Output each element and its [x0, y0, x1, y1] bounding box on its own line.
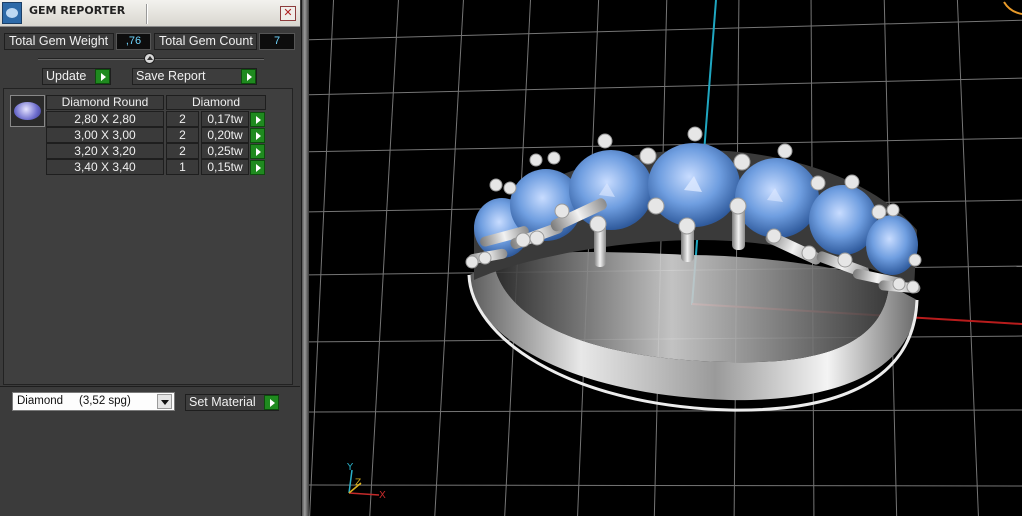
- total-gem-weight-value: ,76: [116, 33, 151, 50]
- set-material-button-label: Set Material: [189, 395, 256, 409]
- axis-gizmo: X Y Z: [346, 462, 386, 501]
- ring-band: [467, 252, 919, 412]
- table-row-size: 3,40 X 3,40: [46, 159, 164, 175]
- material-dropdown[interactable]: Diamond (3,52 spg): [12, 392, 175, 411]
- table-row-size: 2,80 X 2,80: [46, 111, 164, 127]
- set-material-go-icon[interactable]: [264, 395, 279, 410]
- table-row-size: 3,00 X 3,00: [46, 127, 164, 143]
- gem-app-icon: [2, 2, 22, 24]
- save-report-button[interactable]: Save Report: [132, 68, 257, 85]
- row-go-icon[interactable]: [250, 112, 265, 127]
- table-row-count: 1: [166, 159, 199, 175]
- save-report-button-label: Save Report: [136, 69, 206, 83]
- divider: [0, 386, 300, 387]
- total-gem-count-value: 7: [259, 33, 295, 50]
- viewport-frame: [302, 0, 309, 516]
- table-row-weight: 0,17tw: [201, 111, 249, 127]
- diamond-round-icon: [10, 95, 45, 127]
- row-go-icon[interactable]: [250, 144, 265, 159]
- table-header-shape: Diamond Round: [46, 95, 164, 110]
- update-go-icon[interactable]: [95, 69, 110, 84]
- title-bar[interactable]: GEM REPORTER ✕: [0, 0, 300, 27]
- panel-title: GEM REPORTER: [29, 4, 126, 17]
- total-gem-weight-label: Total Gem Weight: [4, 33, 114, 50]
- row-go-icon[interactable]: [250, 160, 265, 175]
- title-divider: [146, 4, 148, 24]
- axis-y-label: Y: [346, 462, 354, 473]
- table-row-count: 2: [166, 127, 199, 143]
- save-report-go-icon[interactable]: [241, 69, 256, 84]
- panel-slider-handle[interactable]: [144, 53, 155, 64]
- table-row-weight: 0,25tw: [201, 143, 249, 159]
- table-row-weight: 0,15tw: [201, 159, 249, 175]
- gem-reporter-panel: GEM REPORTER ✕ Total Gem Weight ,76 Tota…: [0, 0, 302, 516]
- total-gem-count-label: Total Gem Count: [154, 33, 257, 50]
- table-row-count: 2: [166, 111, 199, 127]
- axis-x-label: X: [379, 490, 386, 501]
- table-row-count: 2: [166, 143, 199, 159]
- 3d-viewport[interactable]: X Y Z: [309, 0, 1022, 516]
- table-header-stone: Diamond: [166, 95, 266, 110]
- orange-gizmo-icon: [1003, 1, 1022, 15]
- axis-z-label: Z: [355, 478, 361, 488]
- table-row-size: 3,20 X 3,20: [46, 143, 164, 159]
- update-button-label: Update: [46, 69, 87, 83]
- viewport-scene: X Y Z: [309, 0, 1022, 516]
- table-row-weight: 0,20tw: [201, 127, 249, 143]
- row-go-icon[interactable]: [250, 128, 265, 143]
- close-button[interactable]: ✕: [280, 6, 296, 21]
- chevron-down-icon[interactable]: [157, 394, 172, 409]
